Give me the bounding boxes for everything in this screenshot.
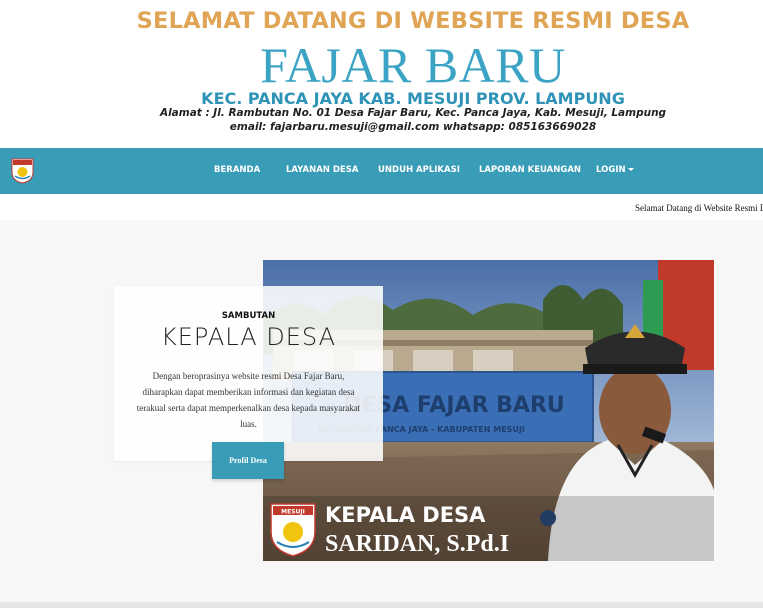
nav-menu: BERANDA LAYANAN DESA UNDUH APLIKASI LAPO… — [0, 148, 763, 194]
card-body: Dengan beroprasinya website resmi Desa F… — [136, 371, 361, 429]
emblem-label: MESUJI — [281, 509, 305, 516]
nav-item-laporan-keuangan[interactable]: LAPORAN KEUANGAN — [479, 165, 581, 175]
nav-item-login-label: LOGIN — [596, 165, 626, 175]
district-line: KEC. PANCA JAYA KAB. MESUJI PROV. LAMPUN… — [201, 89, 625, 108]
caption-role: KEPALA DESA — [325, 503, 486, 527]
village-name: FAJAR BARU — [260, 37, 566, 93]
navbar: BERANDA LAYANAN DESA UNDUH APLIKASI LAPO… — [0, 148, 763, 194]
card-title: KEPALA DESA — [161, 323, 336, 351]
nav-item-layanan-desa[interactable]: LAYANAN DESA — [286, 165, 358, 175]
site-header: SELAMAT DATANG DI WEBSITE RESMI DESA FAJ… — [0, 0, 763, 148]
caption-name: SARIDAN, S.Pd.I — [325, 531, 509, 557]
card-kicker: SAMBUTAN — [221, 311, 276, 321]
mesuji-emblem-icon: MESUJI — [270, 503, 316, 557]
profil-desa-button[interactable]: Profil Desa — [212, 442, 284, 479]
contact-line: email: fajarbaru.mesuji@gmail.com whatsa… — [229, 121, 597, 133]
welcome-heading: SELAMAT DATANG DI WEBSITE RESMI DESA — [136, 8, 690, 34]
welcome-card: SAMBUTAN KEPALA DESA Dengan beroprasinya… — [114, 286, 383, 461]
bottom-strip — [0, 602, 763, 608]
marquee-text: Selamat Datang di Website Resmi De — [635, 203, 763, 213]
caret-down-icon — [627, 168, 634, 171]
nav-item-beranda[interactable]: BERANDA — [214, 165, 260, 175]
nav-item-login[interactable]: LOGIN — [596, 165, 634, 175]
nav-item-unduh-aplikasi[interactable]: UNDUH APLIKASI — [378, 165, 460, 175]
address-line: Alamat : Jl. Rambutan No. 01 Desa Fajar … — [159, 107, 667, 119]
marquee-bar: Selamat Datang di Website Resmi De — [0, 194, 763, 220]
